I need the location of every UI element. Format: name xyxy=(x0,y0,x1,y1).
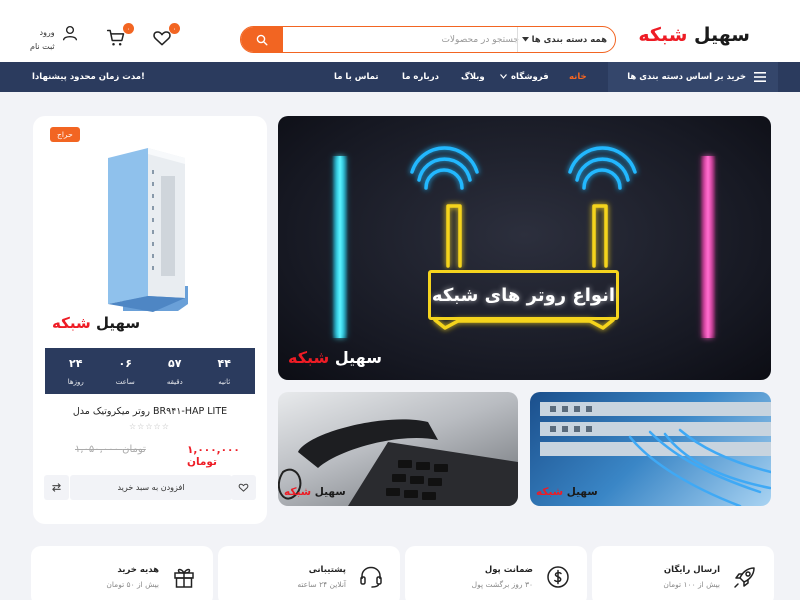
countdown-hours: ۰۶ ساعت xyxy=(105,356,145,386)
card-logo: سهیل شبکه xyxy=(52,314,140,332)
compare-icon xyxy=(52,483,61,492)
search-button[interactable] xyxy=(241,27,283,52)
compare-button[interactable] xyxy=(44,475,69,500)
feature-subtitle: بیش از ۱۰۰ تومان xyxy=(663,580,720,589)
heart-icon xyxy=(238,483,249,492)
rocket-icon xyxy=(734,567,755,588)
feature-subtitle: بیش از ۵۰ تومان xyxy=(106,580,159,589)
main-nav: خرید بر اساس دسته بندی ها خانه فروشگاه و… xyxy=(0,62,800,92)
nav-item-blog[interactable]: وبلاگ xyxy=(461,62,485,92)
card-logo-accent: شبکه xyxy=(52,314,91,332)
feature-subtitle: ۳۰ روز برگشت پول xyxy=(471,580,533,589)
search-icon xyxy=(256,34,268,46)
cart-count-badge: ۰ xyxy=(123,23,134,34)
wishlist-count-badge: ۰ xyxy=(169,23,180,34)
card-logo-primary: سهیل xyxy=(95,314,141,332)
phone-banner-logo: سهیل شبکه xyxy=(284,486,346,498)
feature-title: هدیه خرید xyxy=(117,565,159,575)
account-text: ورود ثبت نام xyxy=(30,26,55,54)
product-image[interactable] xyxy=(93,136,203,316)
hamburger-icon xyxy=(754,72,766,82)
countdown-value: ۰۶ xyxy=(118,357,132,370)
cart-button[interactable]: ۰ xyxy=(106,23,134,50)
category-select-value: همه دسته بندی ها xyxy=(531,34,607,45)
telephone-banner[interactable]: سهیل شبکه xyxy=(278,392,518,506)
add-to-wishlist-button[interactable] xyxy=(231,475,256,500)
category-menu-label: خرید بر اساس دسته بندی ها xyxy=(627,72,746,82)
countdown-label: روزها xyxy=(67,378,84,386)
neon-router-illustration xyxy=(332,146,716,338)
login-link[interactable]: ورود xyxy=(30,26,55,40)
feature-text: ارسال رایگان بیش از ۱۰۰ تومان xyxy=(663,565,720,589)
feature-title: ضمانت پول xyxy=(484,565,533,575)
network-banner-logo-accent: شبکه xyxy=(536,486,564,498)
phone-banner-logo-accent: شبکه xyxy=(284,486,312,498)
add-to-cart-button[interactable]: افزودن به سبد خرید xyxy=(70,475,232,500)
feature-support: پشتیبانی آنلاین ۲۴ ساعته xyxy=(218,546,400,600)
hero-banner[interactable]: انواع روتر های شبکه سهیل شبکه xyxy=(278,116,771,380)
countdown-value: ۵۷ xyxy=(168,357,182,370)
logo-text-accent: شبکه xyxy=(638,24,688,46)
category-menu-button[interactable]: خرید بر اساس دسته بندی ها xyxy=(608,62,778,92)
countdown-value: ۲۴ xyxy=(69,357,83,370)
phone-banner-logo-primary: سهیل xyxy=(314,486,346,498)
top-header: سهیل شبکه همه دسته بندی ها ۰ ۰ ورود ثبت … xyxy=(0,0,800,62)
countdown-label: دقیقه xyxy=(166,378,183,386)
feature-free-shipping: ارسال رایگان بیش از ۱۰۰ تومان xyxy=(592,546,774,600)
countdown-label: ساعت xyxy=(115,378,135,386)
site-logo[interactable]: سهیل شبکه xyxy=(638,24,750,46)
search-bar: همه دسته بندی ها xyxy=(240,26,616,53)
register-link[interactable]: ثبت نام xyxy=(30,40,55,54)
countdown-days: ۲۴ روزها xyxy=(56,356,96,386)
nav-item-shop[interactable]: فروشگاه xyxy=(500,62,549,92)
category-select[interactable]: همه دسته بندی ها xyxy=(517,27,607,52)
feature-money-back: ضمانت پول ۳۰ روز برگشت پول xyxy=(405,546,587,600)
limited-offer-text: مدت زمان محدود پیشنهادا! xyxy=(32,72,145,82)
network-banner-logo-primary: سهیل xyxy=(566,486,598,498)
dollar-icon xyxy=(547,566,569,588)
feature-text: ضمانت پول ۳۰ روز برگشت پول xyxy=(472,565,533,589)
countdown-seconds: ۴۴ ثانیه xyxy=(204,356,244,386)
feature-text: هدیه خرید بیش از ۵۰ تومان xyxy=(106,565,159,589)
account-link[interactable]: ورود ثبت نام xyxy=(30,25,79,54)
logo-text-primary: سهیل xyxy=(694,24,750,46)
wishlist-button[interactable]: ۰ xyxy=(152,23,180,50)
special-offer-card: حراج سهیل شبکه ۲۴ روزها ۰۶ ساعت ۵۷ دقیقه ۴۴… xyxy=(33,116,267,524)
chevron-down-icon xyxy=(522,37,529,42)
countdown-minutes: ۵۷ دقیقه xyxy=(155,356,195,386)
countdown-value: ۴۴ xyxy=(217,357,231,370)
nav-item-contact[interactable]: تماس با ما xyxy=(334,62,379,92)
feature-text: پشتیبانی آنلاین ۲۴ ساعته xyxy=(297,565,346,589)
chevron-down-icon xyxy=(500,74,507,79)
feature-subtitle: آنلاین ۲۴ ساعته xyxy=(297,580,346,589)
gift-icon xyxy=(174,568,194,588)
countdown-timer: ۲۴ روزها ۰۶ ساعت ۵۷ دقیقه ۴۴ ثانیه xyxy=(45,348,255,394)
feature-title: ارسال رایگان xyxy=(663,565,720,575)
nav-item-about[interactable]: درباره ما xyxy=(402,62,439,92)
hero-logo-primary: سهیل xyxy=(334,348,382,367)
hero-logo: سهیل شبکه xyxy=(288,348,382,367)
user-icon xyxy=(62,25,77,41)
feature-gift: هدیه خرید بیش از ۵۰ تومان xyxy=(31,546,213,600)
nav-item-shop-label: فروشگاه xyxy=(511,72,549,82)
sale-badge: حراج xyxy=(50,127,80,142)
old-price: ۱,۰۵۰,۰۰۰ تومان xyxy=(75,444,146,455)
feature-title: پشتیبانی xyxy=(308,565,346,575)
product-title[interactable]: روتر میکروتیک مدل BR۹۴۱-HAP LITE xyxy=(33,406,267,417)
countdown-label: ثانیه xyxy=(218,378,231,386)
headset-icon xyxy=(360,566,382,588)
search-input[interactable] xyxy=(289,27,519,52)
network-banner-logo: سهیل شبکه xyxy=(536,486,598,498)
hero-title: انواع روتر های شبکه xyxy=(428,270,619,320)
nav-item-home[interactable]: خانه xyxy=(569,62,587,92)
network-cables-banner[interactable]: سهیل شبکه xyxy=(530,392,771,506)
hero-logo-accent: شبکه xyxy=(288,348,330,367)
new-price: ۱,۰۰۰,۰۰۰ تومان xyxy=(187,444,240,468)
star-rating: ☆☆☆☆☆ xyxy=(129,422,170,431)
